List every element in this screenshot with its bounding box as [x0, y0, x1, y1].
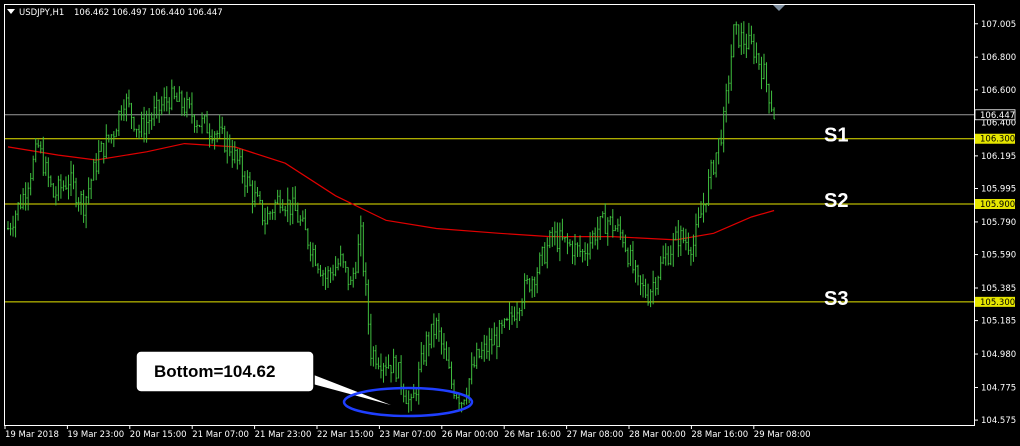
- y-tick-label: 105.385: [981, 284, 1016, 294]
- x-tick-label: 28 Mar 00:00: [629, 430, 686, 440]
- current-price-label: 106.447: [980, 111, 1015, 121]
- x-tick-label: 22 Mar 15:00: [317, 430, 374, 440]
- x-tick-label: 21 Mar 07:00: [192, 430, 249, 440]
- y-tick-label: 104.775: [981, 383, 1016, 393]
- x-tick-label: 23 Mar 07:00: [379, 430, 436, 440]
- level-price-label: 106.300: [980, 135, 1015, 145]
- y-tick-label: 104.980: [981, 350, 1016, 360]
- y-tick-label: 105.995: [981, 184, 1016, 194]
- x-tick-label: 26 Mar 16:00: [504, 430, 561, 440]
- x-tick-label: 20 Mar 15:00: [130, 430, 187, 440]
- x-tick-label: 21 Mar 23:00: [255, 430, 312, 440]
- x-tick-label: 28 Mar 16:00: [691, 430, 748, 440]
- y-tick-label: 107.005: [981, 20, 1016, 30]
- y-tick-label: 105.590: [981, 251, 1016, 261]
- x-tick-label: 26 Mar 00:00: [442, 430, 499, 440]
- x-tick-label: 29 Mar 08:00: [754, 430, 811, 440]
- level-name-s2: S2: [824, 190, 848, 212]
- level-price-label: 105.900: [980, 200, 1015, 210]
- y-tick-label: 106.800: [981, 53, 1016, 63]
- price-chart: 106.300S1105.900S2105.300S3106.400106.44…: [0, 0, 1020, 446]
- callout-label: Bottom=104.62: [154, 362, 275, 381]
- chart-symbol: USDJPY,H1: [19, 8, 64, 18]
- y-tick-label: 106.600: [981, 86, 1016, 96]
- y-tick-label: 105.185: [981, 317, 1016, 327]
- y-tick-label: 106.195: [981, 152, 1016, 162]
- level-name-s1: S1: [824, 125, 848, 147]
- level-price-label: 105.300: [980, 298, 1015, 308]
- chart-ohlc: 106.462 106.497 106.440 106.447: [74, 8, 223, 18]
- x-tick-label: 19 Mar 2018: [5, 430, 59, 440]
- x-tick-label: 27 Mar 08:00: [567, 430, 624, 440]
- x-tick-label: 19 Mar 23:00: [67, 430, 124, 440]
- y-tick-label: 104.575: [981, 416, 1016, 426]
- y-tick-label: 105.790: [981, 218, 1016, 228]
- level-name-s3: S3: [824, 288, 848, 310]
